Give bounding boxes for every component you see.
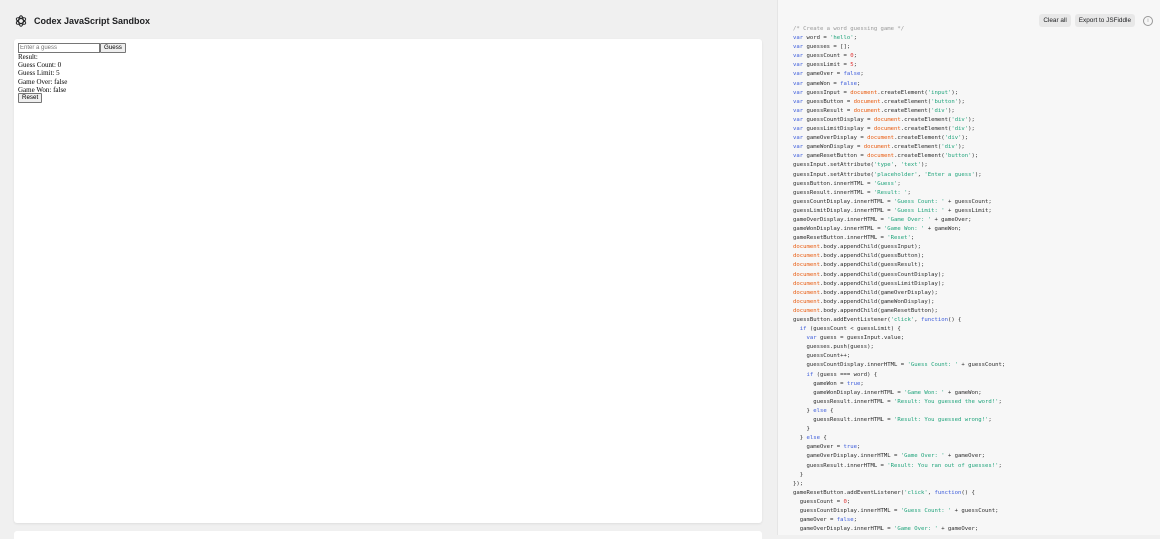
code-line: gameResetButton.innerHTML = 'Reset'; (793, 235, 915, 242)
guess-limit-text: Guess Limit: 5 (18, 69, 60, 78)
code-line: gameOver = true; (793, 444, 861, 451)
code-line: guessResult.innerHTML = 'Result: You gue… (793, 398, 1002, 405)
code-line: document.body.appendChild(guessCountDisp… (793, 271, 945, 278)
code-line: guessResult.innerHTML = 'Result: '; (793, 189, 911, 196)
code-line: gameWonDisplay.innerHTML = 'Game Won: ' … (793, 389, 982, 396)
code-line: } else { (793, 407, 834, 414)
code-line: } (793, 471, 804, 478)
sandbox-output-next (14, 531, 762, 539)
code-line: document.body.appendChild(guessLimitDisp… (793, 280, 945, 287)
info-icon[interactable]: i (1143, 15, 1153, 26)
code-line: guesses.push(guess); (793, 344, 874, 351)
sandbox-pane: Codex JavaScript Sandbox Guess Result: G… (0, 0, 777, 539)
code-line: gameOver = false; (793, 517, 857, 524)
code-line: guessButton.addEventListener('click', fu… (793, 317, 962, 323)
code-line: document.body.appendChild(guessButton); (793, 253, 925, 260)
app-header: Codex JavaScript Sandbox (14, 12, 150, 30)
code-line: guessCount++; (793, 353, 851, 360)
guess-count-text: Guess Count: 0 (18, 61, 62, 70)
code-line: document.body.appendChild(gameResetButto… (793, 307, 938, 314)
code-line: var gameResetButton = document.createEle… (793, 153, 979, 160)
code-line: var guessLimitDisplay = document.createE… (793, 126, 975, 133)
game-over-text: Game Over: false (18, 77, 68, 86)
code-line: var guessCount = 0; (793, 53, 858, 60)
code-line: guessResult.innerHTML = 'Result: You ran… (793, 462, 1002, 469)
code-line: gameResetButton.addEventListener('click'… (793, 489, 975, 496)
code-editor[interactable]: /* Create a word guessing game */ var wor… (793, 25, 1153, 535)
code-line: var gameOverDisplay = document.createEle… (793, 135, 969, 142)
game-status: Result: Guess Count: 0 Guess Limit: 5 Ga… (18, 53, 67, 94)
code-line: document.body.appendChild(gameOverDispla… (793, 289, 938, 296)
code-line: } (793, 426, 810, 433)
result-text: Result: (18, 53, 38, 61)
code-line: /* Create a word guessing game */ (793, 26, 905, 32)
code-line: var guessInput = document.createElement(… (793, 89, 959, 96)
code-line: gameWon = true; (793, 380, 864, 387)
code-line: if (guess === word) { (806, 371, 878, 378)
code-line: guessResult.innerHTML = 'Result: You gue… (793, 417, 992, 424)
code-line: guessCountDisplay.innerHTML = 'Guess Cou… (793, 507, 999, 514)
reset-button[interactable]: Reset (18, 93, 43, 103)
code-line: var guesses = []; (793, 44, 851, 51)
code-line: gameOverDisplay.innerHTML = 'Game Over: … (793, 453, 985, 460)
code-pane: Clear all Export to JSFiddle i /* Create… (777, 0, 1160, 535)
openai-logo-icon (15, 15, 27, 27)
code-line: var guessCountDisplay = document.createE… (793, 116, 975, 123)
code-line: gameWonDisplay.innerHTML = 'Game Won: ' … (793, 226, 962, 233)
guess-button[interactable]: Guess (100, 43, 126, 53)
code-line: guessCount = 0; (793, 498, 851, 505)
code-line: guessCountDisplay.innerHTML = 'Guess Cou… (793, 362, 1006, 369)
code-line: var guessButton = document.createElement… (793, 98, 965, 105)
code-line: var gameWonDisplay = document.createElem… (793, 144, 965, 151)
code-line: guessLimitDisplay.innerHTML = 'Guess Lim… (793, 207, 992, 214)
code-line: document.body.appendChild(guessResult); (793, 262, 925, 269)
guess-row: Guess (18, 43, 126, 53)
code-line: document.body.appendChild(guessInput); (793, 244, 921, 251)
code-line: } else { (793, 435, 827, 442)
code-line: document.body.appendChild(gameWonDisplay… (793, 298, 935, 305)
code-line: var guessLimit = 5; (793, 62, 858, 69)
code-line: gameOverDisplay.innerHTML = 'Game Over: … (793, 526, 979, 533)
code-line: var word = 'hello'; (793, 35, 858, 42)
code-line: guessInput.setAttribute('type', 'text'); (793, 162, 928, 169)
code-line: guessButton.innerHTML = 'Guess'; (793, 180, 901, 187)
code-line: }); (793, 480, 804, 487)
app-title: Codex JavaScript Sandbox (34, 16, 151, 26)
code-line: var guessResult = document.createElement… (793, 107, 955, 114)
code-line: gameOverDisplay.innerHTML = 'Game Over: … (793, 216, 972, 223)
code-line: var gameWon = false; (793, 80, 861, 87)
sandbox-output: Guess Result: Guess Count: 0 Guess Limit… (14, 39, 762, 523)
code-line: guessCountDisplay.innerHTML = 'Guess Cou… (793, 198, 992, 205)
guess-input[interactable] (18, 43, 100, 53)
code-line: guessInput.setAttribute('placeholder', '… (793, 171, 982, 178)
code-line: var guess = guessInput.value; (806, 335, 905, 342)
code-line: if (guessCount < guessLimit) { (799, 326, 901, 333)
code-line: var gameOver = false; (793, 71, 864, 78)
